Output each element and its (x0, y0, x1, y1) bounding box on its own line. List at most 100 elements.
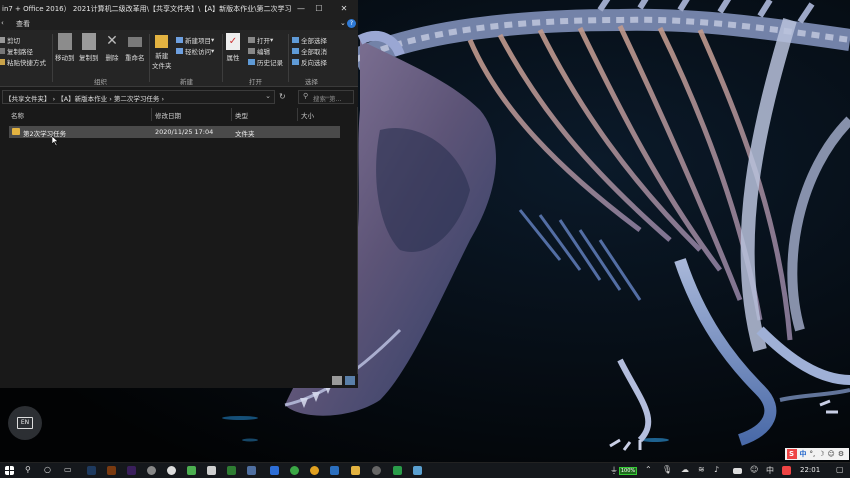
column-header-type[interactable]: 类型 (235, 110, 248, 120)
moon-icon[interactable]: ☽ (818, 450, 824, 458)
new-item-button[interactable]: 新建项目 ▾ (176, 35, 214, 45)
paste-shortcut-button[interactable]: 粘贴快捷方式 (0, 57, 46, 67)
close-button[interactable]: ✕ (333, 0, 355, 17)
settings-gear-icon[interactable]: ⚙ (838, 450, 844, 458)
maximize-button[interactable]: ☐ (308, 0, 330, 17)
microphone-icon[interactable]: 🎙 (662, 465, 672, 474)
search-input[interactable]: ⚲ 搜索"第... (298, 90, 354, 104)
cortana-icon[interactable]: ○ (44, 465, 51, 474)
move-to-button[interactable]: 移动到 (55, 33, 75, 62)
ribbon-collapse-icon[interactable]: ⌄ (340, 19, 346, 27)
edge-icon[interactable] (330, 466, 339, 475)
taskbar: ⚲ ○ ▭ ⏚ 100% ⌃ 🎙 ☁ ≋ ♪ ☺ 中 22:01 ▢ (0, 462, 850, 478)
refresh-icon[interactable]: ↻ (279, 92, 286, 101)
easy-access-button[interactable]: 轻松访问 ▾ (176, 46, 214, 56)
notifications-icon[interactable]: ▢ (836, 465, 844, 474)
chrome-icon[interactable] (310, 466, 319, 475)
keyboard-icon[interactable] (733, 468, 742, 474)
scissors-icon (0, 37, 5, 43)
app-circle-icon[interactable] (147, 466, 156, 475)
wechat-icon[interactable] (290, 466, 299, 475)
open-dropdown-icon: ▾ (270, 36, 274, 44)
search-placeholder: 搜索"第... (313, 95, 342, 103)
mouse-cursor-icon (52, 136, 59, 146)
column-header-size[interactable]: 大小 (301, 110, 314, 120)
tab-view[interactable]: 查看 (16, 19, 30, 29)
camera-app-icon[interactable] (372, 466, 381, 475)
illustrator-icon[interactable] (107, 466, 116, 475)
cut-button[interactable]: 剪切 (0, 35, 20, 45)
file-explorer-icon[interactable] (351, 466, 360, 475)
tab-scroll-left[interactable]: ‹ (1, 19, 4, 27)
search-icon[interactable]: ⚲ (25, 465, 31, 474)
battery-indicator[interactable]: 100% (619, 467, 637, 475)
window-app-icon[interactable] (207, 466, 216, 475)
ime-mode-toggle[interactable]: 中 (800, 449, 807, 459)
window-title: in7 + Office 2016） 2021计算机二级改革用\【共享文件夹】\… (2, 5, 292, 13)
green-square-icon[interactable] (393, 466, 402, 475)
copy-path-icon (0, 48, 5, 54)
easy-access-icon (176, 48, 183, 54)
paste-shortcut-label: 粘贴快捷方式 (7, 59, 46, 67)
emoji-icon[interactable]: ☺ (828, 450, 835, 458)
tool-app-icon[interactable] (413, 466, 422, 475)
new-item-label: 新建项目 (185, 37, 211, 45)
blue-app-icon[interactable] (270, 466, 279, 475)
open-button[interactable]: 打开 ▾ (248, 35, 273, 45)
large-icons-view-icon[interactable] (345, 376, 355, 385)
invert-selection-icon (292, 59, 299, 65)
windows-start-icon[interactable] (5, 466, 14, 475)
help-icon[interactable]: ? (347, 19, 356, 28)
details-view-icon[interactable] (332, 376, 342, 385)
ribbon-separator (222, 34, 223, 82)
ime-toolbar[interactable]: S 中 °, ☽ ☺ ⚙ (785, 448, 849, 460)
address-dropdown-icon[interactable]: ⌄ (265, 92, 271, 100)
title-bar[interactable]: in7 + Office 2016） 2021计算机二级改革用\【共享文件夹】\… (0, 0, 358, 17)
edit-icon (248, 48, 255, 54)
colorful-app-icon[interactable] (187, 466, 196, 475)
group-select-label: 选择 (305, 78, 318, 86)
delete-button[interactable]: ✕ 删除 (105, 33, 119, 62)
photoshop-icon[interactable] (87, 466, 96, 475)
chevron-up-icon[interactable]: ⌃ (645, 465, 652, 474)
ribbon-tabs: ‹ 查看 ⌄ ? (0, 17, 358, 30)
new-folder-button[interactable]: 新建 文件夹 (152, 33, 172, 70)
invert-selection-label: 反向选择 (301, 59, 327, 67)
properties-button[interactable]: ✓ 属性 (226, 33, 240, 62)
punctuation-toggle[interactable]: °, (810, 450, 816, 458)
clock[interactable]: 22:01 (800, 466, 820, 474)
address-bar[interactable]: 【共享文件夹】 › 【A】新版本作业 › 第二次学习任务 › ⌄ (2, 90, 275, 104)
select-none-icon (292, 48, 299, 54)
cloud-icon[interactable]: ☁ (681, 465, 689, 474)
compass-icon[interactable] (167, 466, 176, 475)
task-view-icon[interactable]: ▭ (64, 465, 72, 474)
edit-button[interactable]: 编辑 (248, 46, 270, 56)
properties-check-icon: ✓ (226, 33, 240, 50)
rename-button[interactable]: 重命名 (125, 33, 145, 62)
sogou-tray-icon[interactable] (782, 466, 791, 475)
language-badge[interactable]: EN (8, 406, 42, 440)
copy-to-button[interactable]: 复制到 (79, 33, 99, 62)
history-button[interactable]: 历史记录 (248, 57, 283, 67)
green-app-icon[interactable] (227, 466, 236, 475)
select-all-button[interactable]: 全部选择 (292, 35, 327, 45)
column-divider[interactable] (297, 108, 298, 121)
person-icon[interactable]: ☺ (750, 465, 758, 474)
bird-app-icon[interactable] (247, 466, 256, 475)
volume-icon[interactable]: ♪ (714, 465, 719, 474)
copy-path-button[interactable]: 复制路径 (0, 46, 33, 56)
premiere-icon[interactable] (127, 466, 136, 475)
column-header-name[interactable]: 名称 (11, 110, 24, 120)
column-divider[interactable] (231, 108, 232, 121)
search-icon: ⚲ (303, 92, 309, 100)
select-none-button[interactable]: 全部取消 (292, 46, 327, 56)
breadcrumb[interactable]: 【共享文件夹】 › 【A】新版本作业 › 第二次学习任务 › (5, 93, 164, 103)
wifi-icon[interactable]: ≋ (698, 465, 705, 474)
column-header-modified[interactable]: 修改日期 (155, 110, 181, 120)
invert-selection-button[interactable]: 反向选择 (292, 57, 327, 67)
new-item-dropdown-icon: ▾ (211, 36, 215, 44)
ime-language-icon[interactable]: 中 (766, 465, 774, 476)
column-divider[interactable] (151, 108, 152, 121)
move-to-label: 移动到 (55, 54, 75, 62)
delete-label: 删除 (105, 54, 119, 62)
